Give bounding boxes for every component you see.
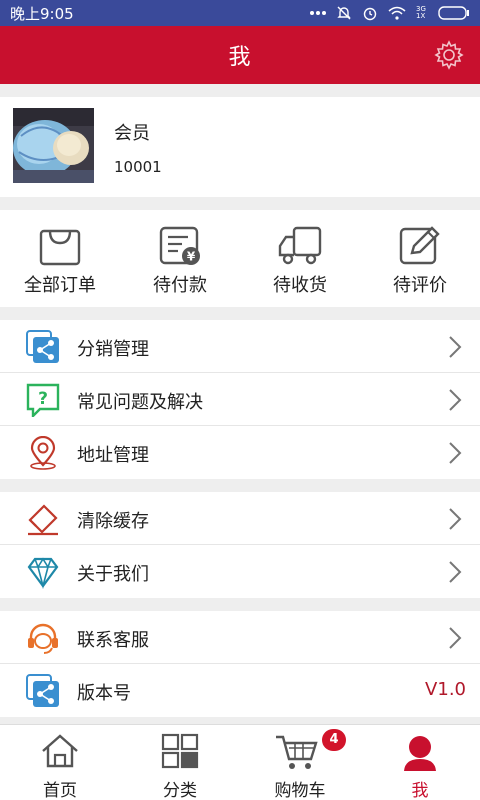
tab-label: 分类 <box>163 781 197 800</box>
menu-item-distribution[interactable]: 分销管理 <box>0 320 480 373</box>
status-bar: 晚上9:05 3G 1X <box>0 0 480 26</box>
edit-note-icon <box>399 226 440 265</box>
menu-item-version: 版本号 V1.0 <box>0 664 480 717</box>
chevron-right-icon <box>449 389 462 411</box>
order-pending-receipt-button[interactable]: 待收货 <box>240 210 360 307</box>
question-chat-icon: ? <box>26 383 60 417</box>
bottom-tab-bar: 首页 分类 购物车 我 4 <box>0 724 480 800</box>
cart-icon <box>276 735 318 769</box>
chevron-right-icon <box>449 627 462 649</box>
menu-group-1: 分销管理 ? 常见问题及解决 地址管理 <box>0 320 480 479</box>
tab-label: 首页 <box>43 781 77 800</box>
tab-me[interactable]: 我 <box>360 725 480 800</box>
chevron-right-icon <box>449 442 462 464</box>
shopping-bag-icon <box>39 229 81 266</box>
menu-item-label: 地址管理 <box>77 445 149 466</box>
battery-icon <box>438 6 470 20</box>
order-all-label: 全部订单 <box>24 275 96 296</box>
more-dots-icon <box>310 10 326 16</box>
avatar[interactable] <box>13 108 94 183</box>
order-pending-receipt-label: 待收货 <box>273 275 327 296</box>
network-type-label: 3G 1X <box>416 5 426 20</box>
order-pending-review-label: 待评价 <box>393 275 447 296</box>
user-name: 会员 <box>114 123 150 144</box>
order-pending-payment-button[interactable]: ¥ 待付款 <box>120 210 240 307</box>
headset-icon <box>28 623 58 654</box>
status-time: 晚上9:05 <box>10 4 74 23</box>
version-value: V1.0 <box>425 679 466 700</box>
menu-group-2: 清除缓存 关于我们 <box>0 492 480 598</box>
svg-text:¥: ¥ <box>187 250 196 264</box>
menu-item-about-us[interactable]: 关于我们 <box>0 545 480 598</box>
menu-item-label: 分销管理 <box>77 339 149 360</box>
user-id: 10001 <box>114 158 162 176</box>
order-pending-payment-label: 待付款 <box>153 275 207 296</box>
alarm-icon <box>362 5 378 21</box>
chevron-right-icon <box>449 561 462 583</box>
svg-text:?: ? <box>38 389 48 409</box>
app-bar: 我 <box>0 26 480 84</box>
share-icon <box>26 674 59 707</box>
menu-group-3: 联系客服 版本号 V1.0 <box>0 611 480 717</box>
grid-icon <box>161 733 199 769</box>
menu-item-clear-cache[interactable]: 清除缓存 <box>0 492 480 545</box>
order-all-button[interactable]: 全部订单 <box>0 210 120 307</box>
menu-item-faq[interactable]: ? 常见问题及解决 <box>0 373 480 426</box>
share-icon <box>26 330 59 363</box>
settings-gear-icon[interactable] <box>434 40 464 70</box>
wifi-icon <box>388 6 406 20</box>
menu-item-address[interactable]: 地址管理 <box>0 426 480 479</box>
menu-item-label: 清除缓存 <box>77 511 149 532</box>
tab-label: 购物车 <box>274 781 326 800</box>
profile-card[interactable]: 会员 10001 <box>0 97 480 197</box>
chevron-right-icon <box>449 508 462 530</box>
tab-categories[interactable]: 分类 <box>120 725 240 800</box>
menu-item-contact-service[interactable]: 联系客服 <box>0 611 480 664</box>
bill-yen-icon: ¥ <box>159 226 200 265</box>
tab-home[interactable]: 首页 <box>0 725 120 800</box>
truck-icon <box>278 226 322 265</box>
order-shortcuts: 全部订单 ¥ 待付款 待收货 待评价 <box>0 210 480 307</box>
order-pending-review-button[interactable]: 待评价 <box>360 210 480 307</box>
eraser-icon <box>28 504 58 536</box>
tab-label: 我 <box>411 781 429 800</box>
page-title: 我 <box>228 45 252 70</box>
diamond-icon <box>27 557 59 589</box>
menu-item-label: 关于我们 <box>77 564 149 585</box>
cart-count-badge: 4 <box>322 729 346 751</box>
menu-item-label: 常见问题及解决 <box>77 392 203 413</box>
chevron-right-icon <box>449 336 462 358</box>
home-icon <box>42 734 78 768</box>
person-icon <box>404 736 436 771</box>
mute-bell-icon <box>336 5 352 21</box>
menu-item-label: 联系客服 <box>77 630 149 651</box>
location-pin-icon <box>30 436 56 470</box>
menu-item-label: 版本号 <box>77 683 131 704</box>
